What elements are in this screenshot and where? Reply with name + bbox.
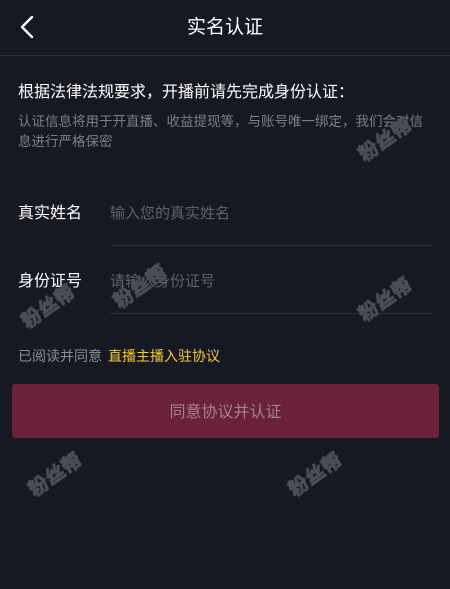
name-label: 真实姓名 (18, 203, 83, 222)
notice-main-text: 根据法律法规要求，开播前请先完成身份认证： (18, 82, 355, 101)
header-bar: 实名认证 (0, 0, 450, 56)
agreement-link[interactable]: 直播主播入驻协议 (108, 349, 220, 365)
page-title: 实名认证 (186, 16, 263, 38)
agreement-prefix: 已阅读并同意 (18, 349, 102, 365)
watermark: 粉丝帮 (24, 448, 87, 501)
agreement-text: 已阅读并同意 直播主播入驻协议 (18, 346, 220, 366)
name-divider (110, 245, 433, 246)
watermark: 粉丝帮 (284, 448, 347, 501)
agree-and-verify-button[interactable]: 同意协议并认证 (12, 384, 439, 438)
name-row: 真实姓名 (18, 180, 433, 246)
name-input[interactable] (110, 194, 430, 232)
